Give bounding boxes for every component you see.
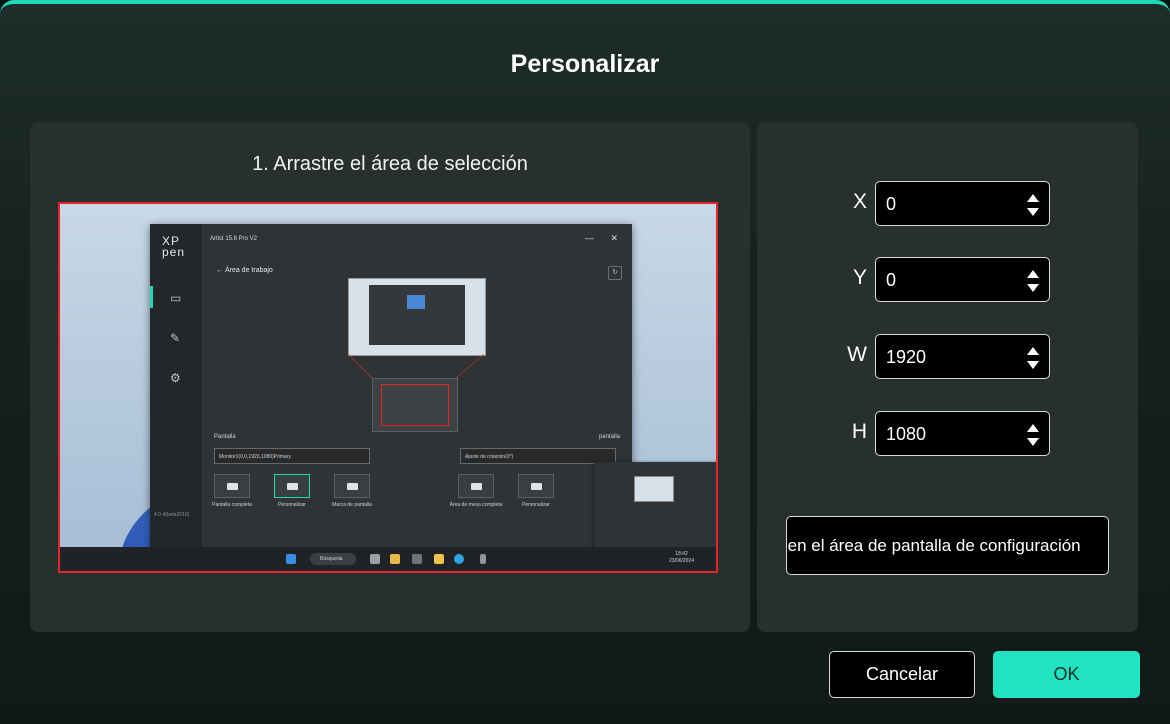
preview-monitor-graphic xyxy=(348,278,486,356)
windows-start-icon xyxy=(286,554,296,564)
gear-icon: ⚙ xyxy=(170,371,181,385)
w-input[interactable]: 1920 xyxy=(875,334,1050,379)
preview-monitor-highlight xyxy=(407,295,425,309)
preview-logo: XP pen xyxy=(162,234,186,259)
preview-active-indicator xyxy=(150,286,153,308)
minimize-icon: — xyxy=(585,233,594,243)
h-input[interactable]: 1080 xyxy=(875,411,1050,456)
preview-tablet-area xyxy=(381,384,449,426)
preview-full-area-label: Área de mesa completa xyxy=(449,502,503,508)
x-label: X xyxy=(852,190,867,213)
spin-down-icon[interactable] xyxy=(1027,284,1039,292)
spin-down-icon[interactable] xyxy=(1027,208,1039,216)
preview-app-title: Artist 15.6 Pro V2 xyxy=(210,236,258,242)
preview-full-area-button xyxy=(458,474,494,498)
preview-monitor-screen xyxy=(369,285,465,345)
folder-icon xyxy=(434,554,444,564)
x-spinner[interactable] xyxy=(1027,194,1039,216)
spin-up-icon[interactable] xyxy=(1027,347,1039,355)
spin-down-icon[interactable] xyxy=(1027,438,1039,446)
preview-fullscreen-button xyxy=(214,474,250,498)
preview-rotation-select: Ajuste de rotación(0°) xyxy=(460,448,616,464)
x-input[interactable]: 0 xyxy=(875,181,1050,226)
preview-version: 4.0.4(beta2010) xyxy=(154,512,190,518)
selection-panel: 1. Arrastre el área de selección XP pen … xyxy=(30,122,750,632)
dialog-title: Personalizar xyxy=(510,50,660,78)
taskbar-app-icon xyxy=(480,554,486,564)
preview-nested-monitor xyxy=(634,476,674,502)
preview-custom2-button xyxy=(518,474,554,498)
h-value: 1080 xyxy=(886,424,927,444)
preview-back-link: ← Área de trabajo xyxy=(216,267,273,274)
preview-custom2-label: Personalizar xyxy=(522,502,550,508)
close-icon: ✕ xyxy=(610,233,618,243)
spin-down-icon[interactable] xyxy=(1027,361,1039,369)
preview-fullscreen-label: Pantalla completa xyxy=(212,502,252,508)
coordinates-panel: X 0 Y 0 W 1920 H 1080 en el área de pant… xyxy=(757,122,1138,632)
cancel-button[interactable]: Cancelar xyxy=(829,651,975,698)
y-spinner[interactable] xyxy=(1027,270,1039,292)
preview-mark-button xyxy=(334,474,370,498)
y-label: Y xyxy=(852,266,867,289)
refresh-icon: ↻ xyxy=(608,266,622,280)
preview-screen-label-right: pantalla xyxy=(598,434,620,440)
taskbar-app-icon xyxy=(390,554,400,564)
preview-custom-button xyxy=(274,474,310,498)
x-value: 0 xyxy=(886,194,897,214)
screen-click-button[interactable]: Haga clic en el área de pantalla de conf… xyxy=(786,516,1109,575)
taskbar-search: Búsqueda xyxy=(310,553,356,565)
spin-up-icon[interactable] xyxy=(1027,270,1039,278)
h-spinner[interactable] xyxy=(1027,424,1039,446)
preview-custom-label: Personalizar xyxy=(278,502,306,508)
instruction-text: 1. Arrastre el área de selección xyxy=(252,153,528,175)
display-icon: ▭ xyxy=(170,291,182,305)
ok-button[interactable]: OK xyxy=(993,651,1140,698)
preview-mark-label: Marca de pantalla xyxy=(332,502,372,508)
spin-up-icon[interactable] xyxy=(1027,424,1039,432)
preview-tablet-graphic xyxy=(372,378,458,432)
w-value: 1920 xyxy=(886,347,927,367)
customize-dialog: Personalizar 1. Arrastre el área de sele… xyxy=(0,0,1170,724)
taskbar-app-icon xyxy=(412,554,422,564)
preview-back-label: Área de trabajo xyxy=(224,267,273,274)
taskbar-date: 23/06/2024 xyxy=(668,558,694,564)
preview-app-window: XP pen ▭ ✎ ⚙ 4.0.4(beta2010) Artist 15.6… xyxy=(150,224,632,552)
y-input[interactable]: 0 xyxy=(875,257,1050,302)
preview-monitor-select: Monitor1(0,0,1920,1080)Primary xyxy=(214,448,370,464)
w-spinner[interactable] xyxy=(1027,347,1039,369)
preview-nested-window xyxy=(594,462,716,552)
preview-taskbar: Búsqueda 18:42 23/06/2024 xyxy=(60,547,716,571)
pen-icon: ✎ xyxy=(170,331,181,345)
spin-up-icon[interactable] xyxy=(1027,194,1039,202)
edge-icon xyxy=(454,554,464,564)
taskbar-clock: 18:42 23/06/2024 xyxy=(669,551,694,565)
preview-sidebar: XP pen ▭ ✎ ⚙ 4.0.4(beta2010) xyxy=(150,224,202,552)
taskbar-app-icon xyxy=(370,554,380,564)
y-value: 0 xyxy=(886,270,897,290)
taskbar-time: 18:42 xyxy=(675,551,688,557)
w-label: W xyxy=(847,343,867,366)
preview-screen-label: Pantalla xyxy=(214,434,236,440)
screen-preview-area[interactable]: XP pen ▭ ✎ ⚙ 4.0.4(beta2010) Artist 15.6… xyxy=(58,202,718,573)
h-label: H xyxy=(851,420,867,443)
